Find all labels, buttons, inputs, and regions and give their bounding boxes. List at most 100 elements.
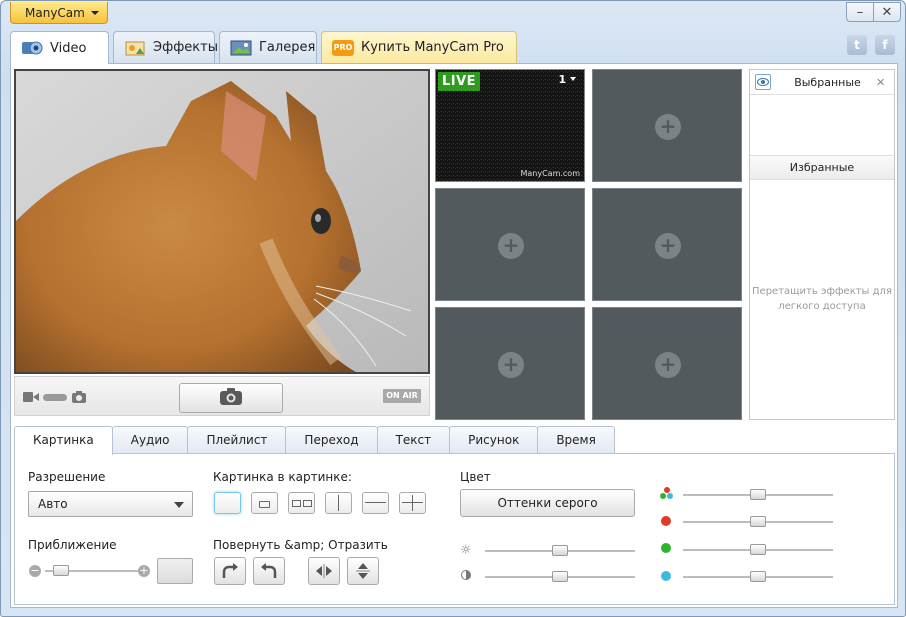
- tab-gallery[interactable]: Галерея: [219, 31, 317, 63]
- flip-vertical-button[interactable]: [347, 557, 379, 585]
- tab-video-label: Video: [50, 40, 87, 56]
- rotate-left-icon: [261, 563, 277, 578]
- pip-label: Картинка в картинке:: [213, 470, 352, 484]
- chevron-down-icon: [174, 502, 184, 508]
- brightness-slider-thumb[interactable]: [552, 545, 568, 556]
- zoom-preview-box[interactable]: [157, 558, 193, 584]
- flip-horizontal-icon: [316, 564, 332, 578]
- facebook-icon[interactable]: f: [875, 35, 895, 55]
- content-area: ON AIR LIVE 1 ManyCam.com + + + + + Выбр…: [10, 63, 898, 608]
- green-channel-icon: [661, 543, 671, 553]
- favorites-header-label: Выбранные: [794, 75, 861, 89]
- tab-playlist[interactable]: Плейлист: [187, 426, 287, 454]
- eye-icon[interactable]: [755, 74, 771, 90]
- zoom-minus-button[interactable]: −: [29, 565, 41, 577]
- pip-split-horizontal-button[interactable]: [362, 492, 389, 514]
- resolution-value: Авто: [38, 497, 68, 511]
- manycam-window: ManyCam – ✕ Video Эффекты Галерея PRO Ку…: [0, 0, 906, 617]
- on-air-indicator: ON AIR: [383, 389, 421, 403]
- flip-vertical-icon: [356, 563, 370, 579]
- pip-double-button[interactable]: [288, 492, 315, 514]
- blue-slider-thumb[interactable]: [750, 571, 766, 582]
- green-slider-thumb[interactable]: [750, 544, 766, 555]
- effects-icon: [124, 39, 146, 57]
- snapshot-button[interactable]: [179, 383, 283, 413]
- rotate-right-button[interactable]: [214, 557, 246, 585]
- video-camera-icon[interactable]: [23, 391, 39, 406]
- empty-source-slot[interactable]: +: [592, 307, 742, 420]
- tab-audio[interactable]: Аудио: [111, 426, 189, 454]
- pip-quad-button[interactable]: [399, 492, 426, 514]
- pip-double-icon: [292, 500, 301, 507]
- add-source-icon: +: [655, 233, 681, 259]
- app-menu-button[interactable]: ManyCam: [10, 2, 108, 24]
- tab-video[interactable]: Video: [10, 31, 109, 64]
- social-links: t f: [839, 35, 895, 55]
- brightness-icon: ☼: [460, 543, 472, 558]
- add-source-icon: +: [655, 114, 681, 140]
- flip-horizontal-button[interactable]: [308, 557, 340, 585]
- live-source-slot[interactable]: LIVE 1 ManyCam.com: [435, 69, 585, 182]
- add-source-icon: +: [498, 352, 524, 378]
- favorites-panel: Выбранные ✕ Избранные Перетащить эффекты…: [749, 69, 895, 420]
- chevron-down-icon: [570, 77, 576, 81]
- rgb-slider-thumb[interactable]: [750, 489, 766, 500]
- close-button[interactable]: ✕: [873, 2, 901, 22]
- rgb-icon-blue: [667, 493, 673, 499]
- pip-single-icon: [259, 501, 270, 508]
- rgb-icon: [660, 487, 674, 501]
- webcam-icon: [21, 39, 43, 57]
- close-icon[interactable]: ✕: [876, 76, 894, 89]
- blue-channel-icon: [661, 571, 671, 581]
- window-controls: – ✕: [846, 2, 901, 22]
- video-preview: [14, 69, 430, 374]
- photo-camera-icon[interactable]: [72, 391, 86, 406]
- gallery-icon: [230, 39, 252, 57]
- source-toggle[interactable]: [43, 394, 67, 401]
- pip-off-button[interactable]: [214, 492, 241, 514]
- tab-effects[interactable]: Эффекты: [113, 31, 218, 63]
- tab-effects-label: Эффекты: [153, 40, 218, 55]
- live-source-number[interactable]: 1: [558, 73, 576, 86]
- zoom-slider-thumb[interactable]: [52, 565, 69, 576]
- tab-picture[interactable]: Картинка: [14, 426, 113, 455]
- contrast-slider-thumb[interactable]: [552, 571, 568, 582]
- add-source-icon: +: [498, 233, 524, 259]
- minimize-button[interactable]: –: [846, 2, 874, 22]
- contrast-icon: [461, 570, 471, 580]
- pip-single-button[interactable]: [251, 492, 278, 514]
- red-slider-thumb[interactable]: [750, 516, 766, 527]
- zoom-plus-button[interactable]: +: [138, 565, 150, 577]
- rotate-left-button[interactable]: [253, 557, 285, 585]
- tab-gallery-label: Галерея: [259, 40, 316, 55]
- live-number-label: 1: [558, 73, 567, 86]
- red-channel-icon: [661, 516, 671, 526]
- split-horizontal-icon: [365, 502, 386, 503]
- empty-source-slot[interactable]: +: [435, 188, 585, 301]
- tab-drawing[interactable]: Рисунок: [449, 426, 539, 454]
- tab-text[interactable]: Текст: [376, 426, 451, 454]
- pro-badge-icon: PRO: [332, 39, 354, 56]
- twitter-icon[interactable]: t: [847, 35, 867, 55]
- main-tabs: Video Эффекты Галерея PRO Купить ManyCam…: [10, 31, 521, 64]
- pip-double-icon-b: [303, 500, 312, 507]
- tab-transition[interactable]: Переход: [285, 426, 378, 454]
- kitten-photo: [16, 71, 428, 372]
- empty-source-slot[interactable]: +: [435, 307, 585, 420]
- empty-source-slot[interactable]: +: [592, 69, 742, 182]
- app-menu-label: ManyCam: [25, 6, 85, 20]
- rotate-label: Повернуть &amp; Отразить: [213, 538, 388, 552]
- tab-time[interactable]: Время: [537, 426, 615, 454]
- tab-buy-pro[interactable]: PRO Купить ManyCam Pro: [321, 31, 517, 63]
- source-grid: LIVE 1 ManyCam.com + + + + +: [434, 68, 744, 420]
- color-label: Цвет: [460, 470, 491, 484]
- sub-tabs: Картинка Аудио Плейлист Переход Текст Ри…: [14, 426, 615, 455]
- favorites-header: Выбранные ✕: [750, 70, 894, 95]
- grayscale-button[interactable]: Оттенки серого: [460, 489, 635, 517]
- empty-source-slot[interactable]: +: [592, 188, 742, 301]
- chevron-down-icon: [90, 11, 99, 15]
- quad-icon-h: [402, 502, 423, 503]
- resolution-select[interactable]: Авто: [28, 491, 193, 517]
- pip-split-vertical-button[interactable]: [325, 492, 352, 514]
- split-vertical-icon: [338, 495, 339, 511]
